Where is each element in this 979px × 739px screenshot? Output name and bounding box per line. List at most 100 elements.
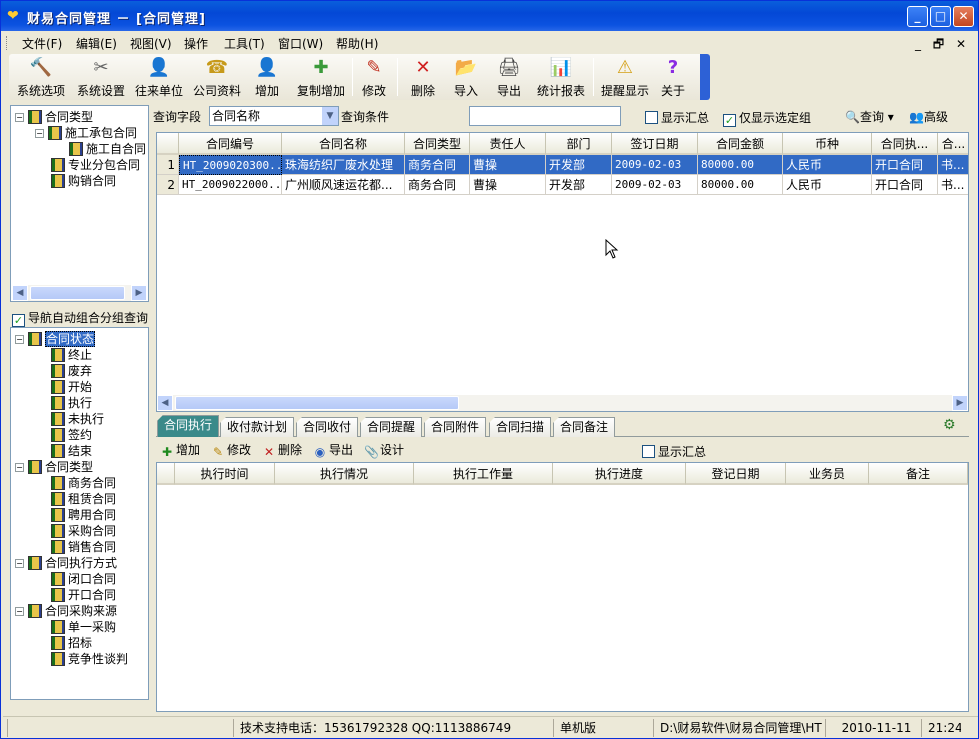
export-button[interactable]: 🖨 导出 <box>491 56 527 98</box>
table-cell[interactable]: 80000.00 <box>698 155 783 175</box>
modify-button[interactable]: ✎ 修改 <box>356 56 392 98</box>
table-cell[interactable]: 曹操 <box>470 175 546 195</box>
column-header[interactable]: 部门 <box>546 133 612 155</box>
table-cell[interactable]: 珠海纺织厂废水处理 <box>282 155 405 175</box>
menu-file[interactable]: 文件(F) <box>22 35 62 52</box>
delete-button[interactable]: ✕ 删除 <box>405 56 441 98</box>
tree-node[interactable]: 购销合同 <box>51 173 116 189</box>
tree-node[interactable]: 终止 <box>51 347 92 363</box>
add-button[interactable]: 👤 增加 <box>247 56 287 98</box>
table-cell[interactable]: 开口合同 <box>872 175 938 195</box>
column-header[interactable]: 业务员 <box>786 463 869 485</box>
query-field-select[interactable]: 合同名称 ▼ <box>209 106 339 126</box>
tab-contract-attachment[interactable]: 合同附件 <box>424 417 487 437</box>
tree-node[interactable]: 租赁合同 <box>51 491 116 507</box>
table-cell[interactable]: 商务合同 <box>405 155 470 175</box>
system-options-button[interactable]: 🔨 系统选项 <box>11 56 71 98</box>
expand-toggle[interactable]: − <box>15 463 24 472</box>
column-header[interactable]: 备注 <box>869 463 968 485</box>
expand-toggle[interactable]: − <box>15 607 24 616</box>
column-header[interactable]: 合同执... <box>872 133 938 155</box>
column-header[interactable]: 币种 <box>783 133 872 155</box>
tree-node[interactable]: 招标 <box>51 635 92 651</box>
execution-grid[interactable]: 执行时间 执行情况 执行工作量 执行进度 登记日期 业务员 备注 <box>156 462 969 712</box>
detail-edit-button[interactable]: ✎ 修改 <box>211 441 251 459</box>
column-header[interactable]: 合同名称 <box>282 133 405 155</box>
table-cell[interactable]: HT_2009020300... <box>179 155 282 175</box>
detail-add-button[interactable]: ✚ 增加 <box>160 441 200 459</box>
checkbox-icon[interactable] <box>645 111 658 124</box>
statistics-report-button[interactable]: 📊 统计报表 <box>533 56 589 98</box>
tab-payment-plan[interactable]: 收付款计划 <box>220 417 295 437</box>
tree-node[interactable]: 开口合同 <box>51 587 116 603</box>
tree-node[interactable]: 专业分包合同 <box>51 157 140 173</box>
import-button[interactable]: 📂 导入 <box>448 56 484 98</box>
table-cell[interactable]: 开发部 <box>546 155 612 175</box>
tree-node[interactable]: 单一采购 <box>51 619 116 635</box>
table-cell[interactable]: 80000.00 <box>698 175 783 195</box>
close-button[interactable]: ✕ <box>953 6 974 27</box>
menu-operate[interactable]: 操作 <box>184 35 208 52</box>
chevron-down-icon[interactable]: ▼ <box>322 107 338 125</box>
tree-node[interactable]: − 合同采购来源 <box>15 603 117 619</box>
tree-node[interactable]: 销售合同 <box>51 539 116 555</box>
only-selected-checkbox[interactable]: ✓ 仅显示选定组 <box>723 109 811 127</box>
scroll-thumb[interactable] <box>175 396 459 410</box>
contracts-grid[interactable]: 合同编号 合同名称 合同类型 责任人 部门 签订日期 合同金额 币种 合同执..… <box>156 132 969 412</box>
column-header[interactable]: 执行时间 <box>175 463 275 485</box>
tree-node[interactable]: − 合同类型 <box>15 109 93 125</box>
column-header[interactable]: 责任人 <box>470 133 546 155</box>
tree-node[interactable]: − 合同执行方式 <box>15 555 117 571</box>
table-cell[interactable]: 广州顺风速运花都... <box>282 175 405 195</box>
detail-export-button[interactable]: ◉ 导出 <box>313 441 353 459</box>
detail-delete-button[interactable]: ✕ 删除 <box>262 441 302 459</box>
scroll-left-icon[interactable]: ◀ <box>157 395 173 411</box>
about-button[interactable]: ? 关于 <box>655 56 691 98</box>
menu-view[interactable]: 视图(V) <box>130 35 172 52</box>
nav-auto-group-checkbox[interactable]: ✓ 导航自动组合分组查询 <box>12 309 148 327</box>
scroll-right-icon[interactable]: ▶ <box>131 285 147 301</box>
mdi-controls[interactable]: _ 🗗 ✕ <box>915 35 970 56</box>
tree-node[interactable]: 未执行 <box>51 411 104 427</box>
menu-window[interactable]: 窗口(W) <box>278 35 323 52</box>
tree-node[interactable]: 签约 <box>51 427 92 443</box>
table-cell[interactable]: 商务合同 <box>405 175 470 195</box>
expand-toggle[interactable]: − <box>15 559 24 568</box>
maximize-button[interactable]: □ <box>930 6 951 27</box>
tree-node[interactable]: − 合同类型 <box>15 459 93 475</box>
tab-contract-payment[interactable]: 合同收付 <box>296 417 359 437</box>
table-cell[interactable]: 开口合同 <box>872 155 938 175</box>
company-info-button[interactable]: ☎ 公司资料 <box>189 56 245 98</box>
tree-node[interactable]: 闭口合同 <box>51 571 116 587</box>
tree-node[interactable]: 施工自合同 <box>69 141 146 157</box>
tree-node[interactable]: − 合同状态 <box>15 331 96 347</box>
column-header[interactable]: 合同类型 <box>405 133 470 155</box>
column-header[interactable]: 合... <box>938 133 968 155</box>
column-header[interactable]: 合同编号 <box>179 133 282 155</box>
scroll-thumb[interactable] <box>30 286 125 300</box>
horizontal-scrollbar[interactable]: ◀ ▶ <box>157 395 968 411</box>
reminder-display-button[interactable]: ⚠ 提醒显示 <box>597 56 653 98</box>
column-header[interactable]: 合同金额 <box>698 133 783 155</box>
tab-execution[interactable]: 合同执行 <box>157 415 220 437</box>
detail-show-summary-checkbox[interactable]: 显示汇总 <box>642 443 706 460</box>
tree-node[interactable]: 废弃 <box>51 363 92 379</box>
scroll-left-icon[interactable]: ◀ <box>12 285 28 301</box>
detail-design-button[interactable]: 📎设计 <box>364 441 404 459</box>
table-cell[interactable]: 2009-02-03 <box>612 155 698 175</box>
column-header[interactable]: 登记日期 <box>686 463 786 485</box>
expand-toggle[interactable]: − <box>15 335 24 344</box>
tree-node[interactable]: 采购合同 <box>51 523 116 539</box>
minimize-button[interactable]: _ <box>907 6 928 27</box>
column-header[interactable]: 签订日期 <box>612 133 698 155</box>
menu-tools[interactable]: 工具(T) <box>224 35 265 52</box>
table-cell[interactable]: 人民币 <box>783 155 872 175</box>
tree-node[interactable]: 结束 <box>51 443 92 459</box>
checkbox-icon[interactable]: ✓ <box>723 114 736 127</box>
menu-edit[interactable]: 编辑(E) <box>76 35 117 52</box>
tree-node[interactable]: 执行 <box>51 395 92 411</box>
tree-node[interactable]: 开始 <box>51 379 92 395</box>
group-tree[interactable]: − 合同状态 终止 废弃 开始 执行 未执行 签约 结束 − 合同类型 商务合同 租… <box>10 327 149 700</box>
show-summary-checkbox[interactable]: 显示汇总 <box>645 109 709 126</box>
column-header[interactable]: 执行情况 <box>275 463 414 485</box>
